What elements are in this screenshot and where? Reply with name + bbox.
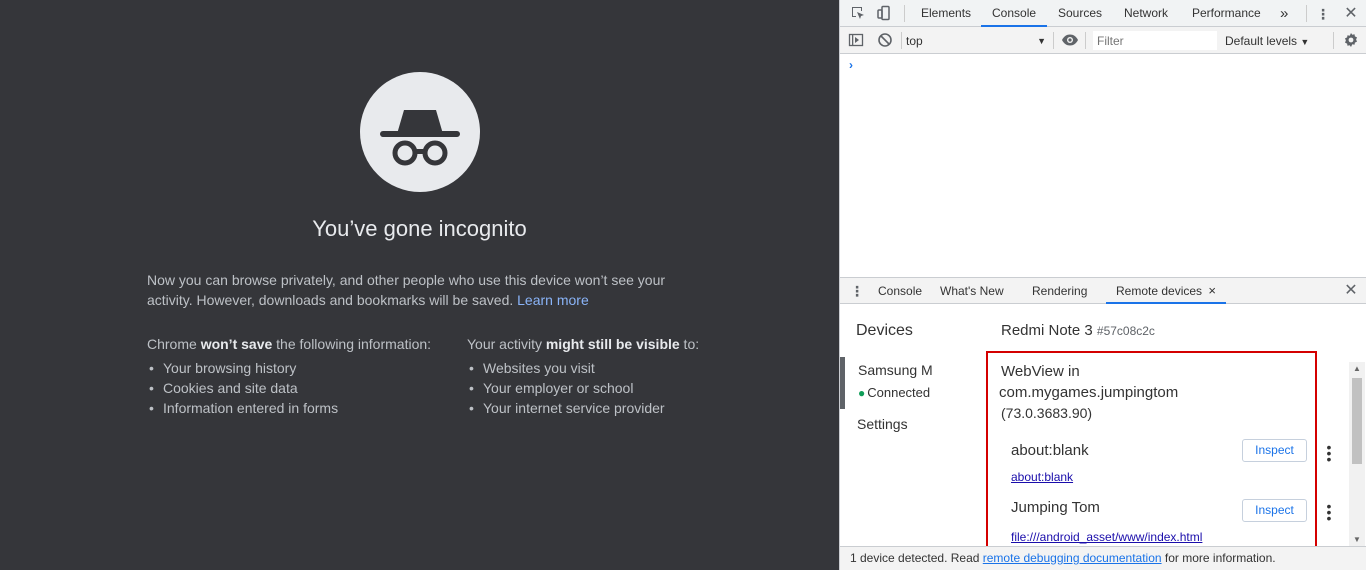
status-text: for more information. [1161, 551, 1276, 565]
wont-save-column: Chrome won’t save the following informat… [147, 334, 457, 418]
scroll-down-arrow-icon[interactable]: ▼ [1353, 535, 1361, 544]
toolbar-divider [1333, 32, 1334, 49]
close-devtools-icon[interactable]: ✕ [1342, 5, 1360, 23]
page-title: about:blank [1011, 442, 1089, 459]
drawer-menu-icon[interactable]: ⋮ [848, 282, 866, 300]
device-title: Redmi Note 3 #57c08c2c [1001, 322, 1155, 339]
toolbar-divider [901, 32, 902, 49]
scroll-up-arrow-icon[interactable]: ▲ [1353, 364, 1361, 373]
remote-debugging-docs-link[interactable]: remote debugging documentation [983, 551, 1162, 565]
device-toolbar-icon[interactable] [875, 5, 893, 23]
context-value: top [906, 34, 923, 48]
close-drawer-icon[interactable]: ✕ [1342, 282, 1360, 300]
toolbar-divider [1053, 32, 1054, 49]
still-visible-heading: Your activity might still be visible to: [467, 336, 700, 352]
page-actions-menu-icon[interactable]: • • • [1324, 499, 1334, 525]
remote-devices-panel: Devices Samsung M ● Connected Settings Re… [840, 304, 1366, 546]
device-status: ● Connected [858, 385, 930, 400]
tab-elements[interactable]: Elements [921, 0, 971, 27]
console-prompt-icon[interactable]: › [849, 58, 853, 72]
drawer-tab-rendering[interactable]: Rendering [1032, 278, 1087, 304]
device-status-label: Connected [867, 385, 931, 400]
drawer-tabbar: ⋮ Console What's New Rendering Remote de… [840, 277, 1366, 304]
page-url-link[interactable]: file:///android_asset/www/index.html [1011, 530, 1202, 544]
sidebar-item-settings[interactable]: Settings [857, 416, 908, 432]
toolbar-divider [1085, 32, 1086, 49]
webview-version: (73.0.3683.90) [1001, 405, 1093, 421]
log-levels-label: Default levels [1225, 34, 1298, 48]
device-name: Redmi Note 3 [1001, 322, 1093, 339]
dropdown-arrow-icon: ▼ [1037, 36, 1046, 46]
gear-icon[interactable] [1342, 32, 1360, 50]
selected-indicator [840, 357, 845, 409]
learn-more-link[interactable]: Learn more [517, 292, 589, 308]
incognito-icon [360, 72, 480, 192]
list-item: Your browsing history [147, 358, 457, 378]
toolbar-divider [1306, 5, 1307, 22]
webview-title: WebView in [1001, 363, 1080, 380]
webview-package: com.mygames.jumpingtom [999, 384, 1179, 401]
sidebar-item-device[interactable]: Samsung M [858, 362, 933, 378]
inspect-button[interactable]: Inspect [1242, 499, 1307, 522]
close-tab-icon[interactable]: × [1208, 283, 1216, 298]
devtools-panel: Elements Console Sources Network Perform… [839, 0, 1366, 570]
page-url-link[interactable]: about:blank [1011, 470, 1073, 484]
eye-icon[interactable] [1060, 32, 1080, 50]
filter-input[interactable] [1093, 31, 1217, 50]
drawer-tab-whats-new[interactable]: What's New [940, 278, 1004, 304]
list-item: Your internet service provider [467, 398, 767, 418]
log-levels-dropdown[interactable]: Default levels ▼ [1225, 32, 1309, 50]
list-item: Your employer or school [467, 378, 767, 398]
dropdown-arrow-icon: ▼ [1300, 37, 1310, 47]
clear-console-icon[interactable] [876, 32, 894, 50]
still-visible-column: Your activity might still be visible to:… [467, 334, 767, 418]
kebab-menu-icon[interactable]: ⋮ [1314, 5, 1332, 23]
drawer-tab-console[interactable]: Console [878, 278, 922, 304]
list-item: Cookies and site data [147, 378, 457, 398]
console-output[interactable]: › [840, 54, 1366, 276]
console-toolbar: top ▼ Default levels ▼ [840, 27, 1366, 54]
tab-sources[interactable]: Sources [1058, 0, 1102, 27]
list-item: Websites you visit [467, 358, 767, 378]
incognito-page: You’ve gone incognito Now you can browse… [0, 0, 839, 570]
intro-paragraph: Now you can browse privately, and other … [147, 270, 687, 310]
status-text: 1 device detected. Read [850, 551, 983, 565]
drawer-tab-label: Remote devices [1116, 284, 1203, 298]
page-actions-menu-icon[interactable]: • • • [1324, 440, 1334, 466]
list-item: Information entered in forms [147, 398, 457, 418]
scrollbar[interactable]: ▲ ▼ [1349, 362, 1365, 546]
tab-performance[interactable]: Performance [1192, 0, 1261, 27]
tab-network[interactable]: Network [1124, 0, 1168, 27]
more-tabs-button[interactable]: » [1280, 0, 1288, 27]
show-sidebar-icon[interactable] [847, 32, 865, 50]
inspect-button[interactable]: Inspect [1242, 439, 1307, 462]
device-serial: #57c08c2c [1096, 324, 1155, 338]
context-selector[interactable]: top ▼ [906, 32, 1046, 50]
webview-section: WebView in com.mygames.jumpingtom (73.0.… [986, 351, 1317, 546]
toolbar-divider [904, 5, 905, 22]
devices-heading: Devices [856, 322, 913, 339]
page-title: Jumping Tom [1011, 499, 1100, 516]
connected-dot-icon: ● [858, 386, 866, 400]
devtools-main-toolbar: Elements Console Sources Network Perform… [840, 0, 1366, 27]
inspect-element-icon[interactable] [849, 5, 867, 23]
page-title: You’ve gone incognito [312, 216, 527, 241]
scroll-thumb[interactable] [1352, 378, 1362, 464]
drawer-tab-remote-devices[interactable]: Remote devices × [1106, 278, 1226, 304]
tab-console[interactable]: Console [981, 0, 1048, 27]
wont-save-heading: Chrome won’t save the following informat… [147, 336, 432, 352]
status-bar: 1 device detected. Read remote debugging… [840, 546, 1366, 570]
